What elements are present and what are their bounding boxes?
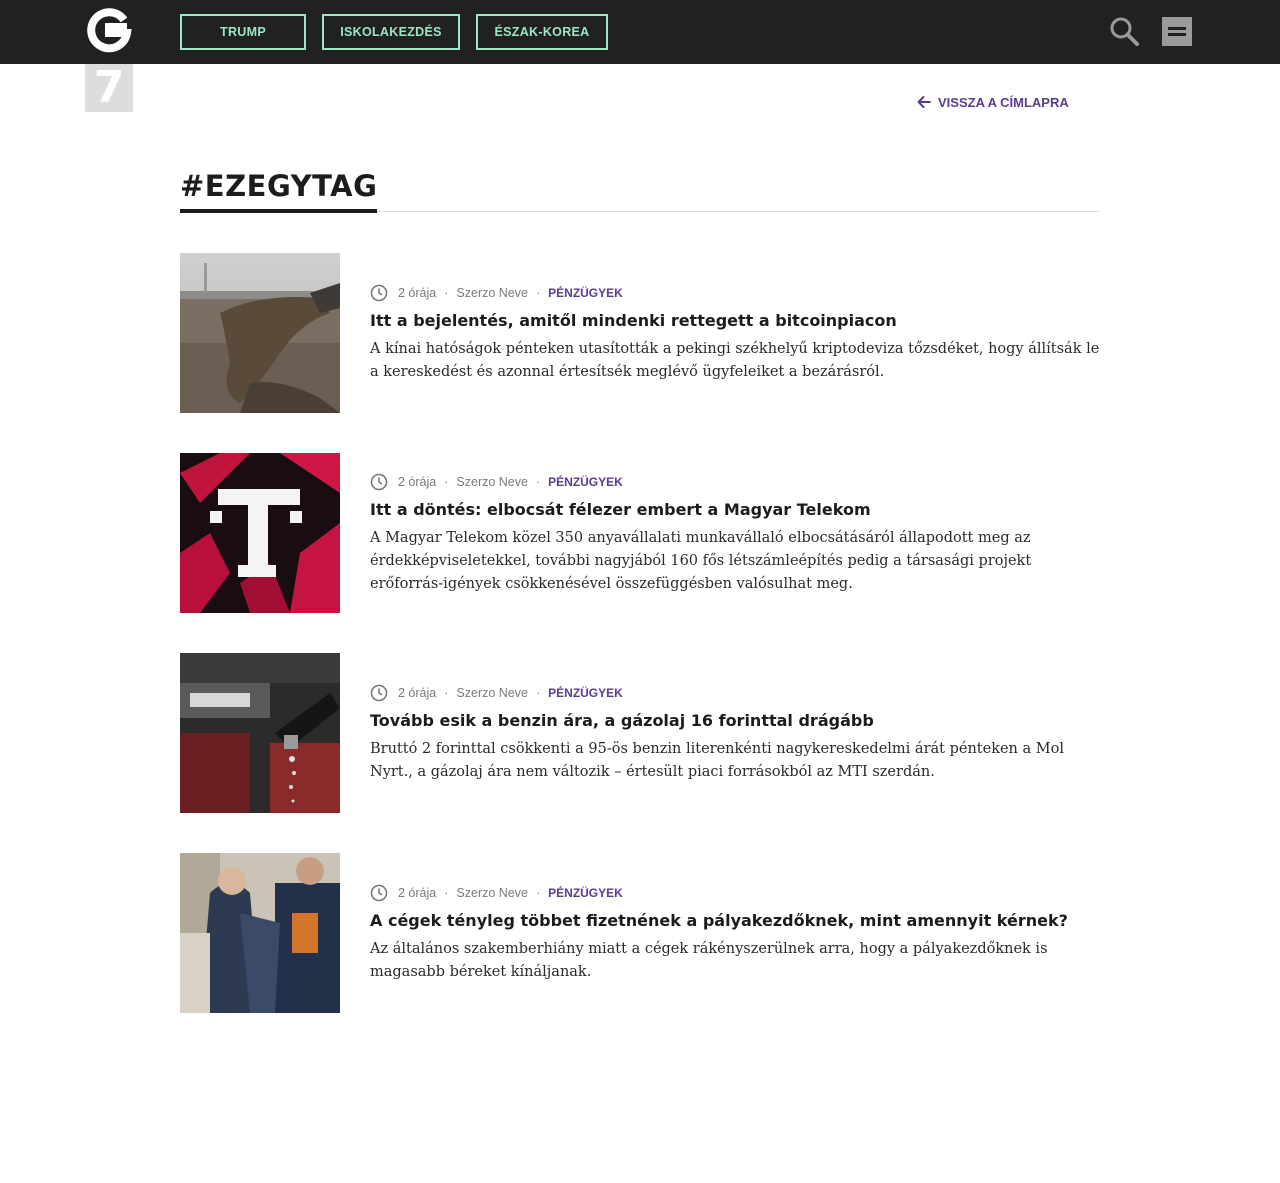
article-category[interactable]: PÉNZÜGYEK: [548, 475, 623, 489]
article-lead: A kínai hatóságok pénteken utasították a…: [370, 341, 1100, 380]
article-thumbnail[interactable]: [180, 453, 340, 613]
top-navigation-bar: TRUMP ISKOLAKEZDÉS ÉSZAK-KOREA: [0, 0, 1280, 64]
article-thumbnail[interactable]: [180, 653, 340, 813]
back-to-homepage-link[interactable]: VISSZA A CÍMLAPRA: [916, 92, 1069, 112]
tag-heading-section: #EZEGYTAG: [180, 166, 1100, 213]
g-logo-icon[interactable]: [86, 6, 132, 56]
tag-button-iskolakezdes[interactable]: ISKOLAKEZDÉS: [322, 14, 460, 50]
article-lead: A Magyar Telekom közel 350 anyavállalati…: [370, 530, 1032, 592]
clock-icon: [370, 473, 388, 491]
article-author[interactable]: Szerzo Neve: [456, 686, 528, 700]
clock-icon: [370, 684, 388, 702]
article-title[interactable]: Itt a döntés: elbocsát félezer embert a …: [370, 499, 1100, 521]
article-lead: Bruttó 2 forinttal csökkenti a 95-ös ben…: [370, 741, 1064, 780]
article-title[interactable]: Itt a bejelentés, amitől mindenki retteg…: [370, 310, 1100, 332]
article-thumbnail[interactable]: [180, 253, 340, 413]
article-time: 2 órája: [398, 475, 437, 489]
hamburger-menu-icon[interactable]: [1162, 17, 1192, 46]
article-title[interactable]: A cégek tényleg többet fizetnének a pály…: [370, 910, 1100, 932]
tag-button-eszak-korea[interactable]: ÉSZAK-KOREA: [476, 14, 608, 50]
article-category[interactable]: PÉNZÜGYEK: [548, 686, 623, 700]
back-link-label: VISSZA A CÍMLAPRA: [938, 94, 1069, 110]
article-title[interactable]: Tovább esik a benzin ára, a gázolaj 16 f…: [370, 710, 1100, 732]
page-title: #EZEGYTAG: [180, 166, 378, 213]
article-item: 2 órája · Szerzo Neve · PÉNZÜGYEK Itt a …: [180, 253, 1100, 413]
logo-number-badge: 7: [85, 64, 133, 112]
search-icon[interactable]: [1108, 16, 1142, 48]
article-time: 2 órája: [398, 686, 437, 700]
tag-button-trump[interactable]: TRUMP: [180, 14, 306, 50]
article-time: 2 órája: [398, 286, 437, 300]
article-meta: 2 órája · Szerzo Neve · PÉNZÜGYEK: [370, 683, 623, 703]
article-time: 2 órája: [398, 886, 437, 900]
article-thumbnail[interactable]: [180, 853, 340, 1013]
article-lead: Az általános szakemberhiány miatt a cége…: [370, 941, 1048, 980]
clock-icon: [370, 284, 388, 302]
clock-icon: [370, 884, 388, 902]
article-item: 2 órája · Szerzo Neve · PÉNZÜGYEK Itt a …: [180, 453, 1100, 613]
article-meta: 2 órája · Szerzo Neve · PÉNZÜGYEK: [370, 883, 623, 903]
article-author[interactable]: Szerzo Neve: [456, 286, 528, 300]
article-category[interactable]: PÉNZÜGYEK: [548, 286, 623, 300]
article-author[interactable]: Szerzo Neve: [456, 886, 528, 900]
article-category[interactable]: PÉNZÜGYEK: [548, 886, 623, 900]
article-item: 2 órája · Szerzo Neve · PÉNZÜGYEK A cége…: [180, 853, 1100, 1013]
article-meta: 2 órája · Szerzo Neve · PÉNZÜGYEK: [370, 472, 623, 492]
arrow-left-icon: [917, 96, 931, 108]
article-meta: 2 órája · Szerzo Neve · PÉNZÜGYEK: [370, 283, 623, 303]
article-item: 2 órája · Szerzo Neve · PÉNZÜGYEK Tovább…: [180, 653, 1100, 813]
article-author[interactable]: Szerzo Neve: [456, 475, 528, 489]
